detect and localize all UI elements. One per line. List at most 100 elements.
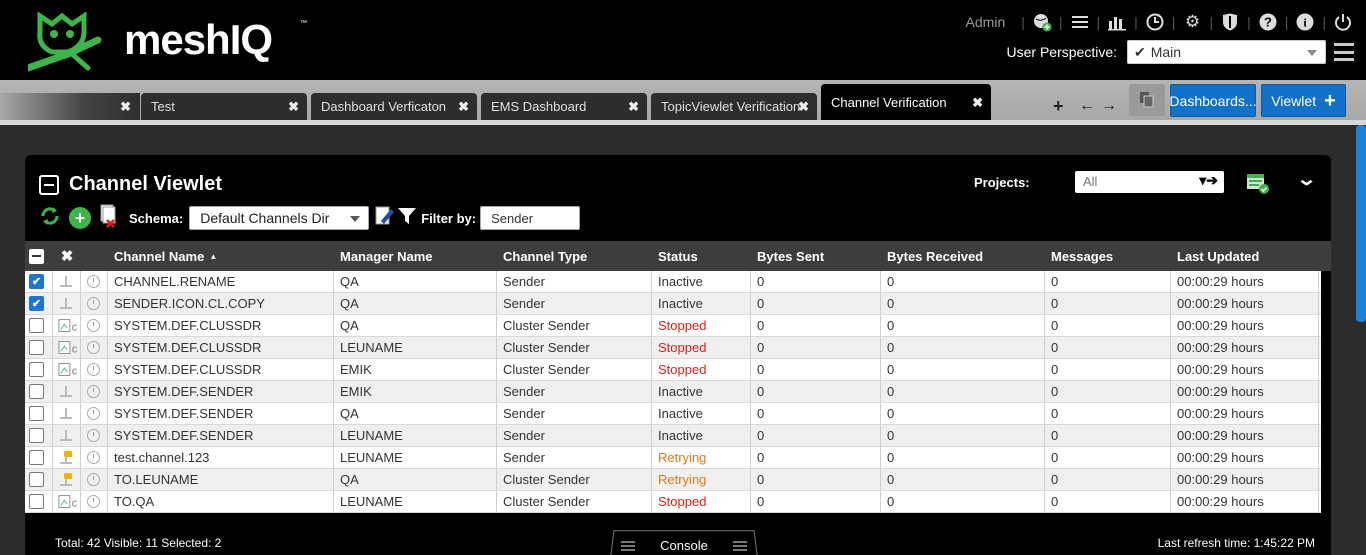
row-checkbox[interactable] — [29, 318, 44, 333]
page-scrollbar[interactable] — [1356, 125, 1366, 322]
chevron-down-icon[interactable]: ⌄ — [1296, 169, 1317, 190]
last-updated-value: 00:00:29 hours — [1177, 472, 1264, 487]
select-all-checkbox[interactable] — [29, 248, 44, 264]
col-messages[interactable]: Messages — [1045, 241, 1171, 271]
bytes-received-value: 0 — [887, 384, 895, 399]
list-icon[interactable] — [1069, 11, 1091, 33]
col-channel-name[interactable]: Channel Name ▲ — [108, 241, 334, 271]
history-icon[interactable] — [81, 403, 108, 424]
bar-chart-icon[interactable] — [1106, 11, 1128, 33]
table-row[interactable]: SYSTEM.DEF.SENDER EMIK Sender Inactive 0 0 0 00… — [25, 381, 1321, 403]
table-row[interactable]: c SYSTEM.DEF.CLUSSDR QA Cluster Sender Stopp… — [25, 315, 1321, 337]
row-checkbox[interactable]: ✔ — [29, 274, 44, 289]
schema-select[interactable]: Default Channels Dir — [189, 206, 370, 230]
project-status-icon[interactable] — [1246, 171, 1270, 195]
history-icon[interactable] — [81, 359, 108, 380]
row-checkbox[interactable]: ✔ — [29, 296, 44, 311]
row-checkbox[interactable] — [29, 428, 44, 443]
history-icon[interactable] — [81, 491, 108, 512]
tab-test[interactable]: Test ✖ — [141, 93, 307, 120]
refresh-icon[interactable] — [39, 205, 61, 232]
close-icon[interactable]: ✖ — [628, 99, 639, 115]
col-bytes-received[interactable]: Bytes Received — [881, 241, 1045, 271]
close-icon[interactable]: ✖ — [972, 95, 983, 111]
table-row[interactable]: SYSTEM.DEF.SENDER LEUNAME Sender Inactive 0 0… — [25, 425, 1321, 447]
delete-doc-icon[interactable] — [99, 204, 119, 233]
history-icon[interactable] — [81, 447, 108, 468]
tab-dashboard-verification[interactable]: Dashboard Verficaton ✖ — [311, 93, 477, 120]
history-icon[interactable] — [81, 337, 108, 358]
tab-topicviewlet-verification[interactable]: TopicViewlet Verification ✖ — [651, 93, 817, 120]
row-checkbox[interactable] — [29, 406, 44, 421]
close-icon[interactable]: ✖ — [288, 99, 299, 115]
table-row[interactable]: SYSTEM.DEF.SENDER QA Sender Inactive 0 0 0 00:0… — [25, 403, 1321, 425]
history-icon[interactable] — [81, 315, 108, 336]
row-checkbox[interactable] — [29, 472, 44, 487]
messages-value: 0 — [1051, 472, 1059, 487]
tab-channel-verification[interactable]: Channel Verification ✖ — [821, 84, 991, 120]
history-icon[interactable] — [81, 381, 108, 402]
shield-icon[interactable] — [1219, 11, 1241, 33]
globe-add-icon[interactable] — [1031, 11, 1053, 33]
edit-schema-icon[interactable] — [375, 205, 395, 232]
table-row[interactable]: ✔ SENDER.ICON.CL.COPY QA Sender Inactive 0 0 0 0… — [25, 293, 1321, 315]
col-bytes-sent[interactable]: Bytes Sent — [751, 241, 881, 271]
add-icon[interactable]: + — [69, 207, 91, 229]
channel-type-value: Cluster Sender — [503, 340, 590, 355]
table-row[interactable]: c TO.QA LEUNAME Cluster Sender Stopped 0 0 0 00:… — [25, 491, 1321, 513]
tab-ems-dashboard[interactable]: EMS Dashboard ✖ — [481, 93, 647, 120]
power-icon[interactable] — [1332, 11, 1354, 33]
row-checkbox[interactable] — [29, 340, 44, 355]
cell-channel-name: CHANNEL.RENAME — [108, 271, 334, 292]
menu-icon[interactable] — [1334, 43, 1354, 61]
history-icon[interactable] — [81, 469, 108, 490]
filter-icon[interactable] — [397, 206, 417, 231]
row-checkbox[interactable] — [29, 384, 44, 399]
arrow-left-icon[interactable]: ← — [1079, 97, 1095, 115]
dashboards-button[interactable]: Dashboards... — [1169, 84, 1257, 117]
gear-icon[interactable]: ⚙ — [1181, 11, 1203, 33]
col-last-updated[interactable]: Last Updated — [1171, 241, 1319, 271]
tab-hidden[interactable]: ✖ — [105, 93, 139, 120]
row-checkbox[interactable] — [29, 450, 44, 465]
filter-input[interactable] — [480, 206, 581, 230]
perspective-select[interactable]: ✔ Main — [1127, 40, 1326, 64]
cell-manager-name: LEUNAME — [334, 425, 497, 446]
history-icon[interactable] — [81, 271, 108, 292]
info-icon[interactable]: i — [1294, 11, 1316, 33]
close-icon[interactable]: ✖ — [798, 99, 809, 115]
projects-select[interactable]: All ▾➔ — [1075, 171, 1224, 193]
add-tab-icon[interactable]: + — [1053, 96, 1064, 117]
clear-selection-icon[interactable]: ✖ — [53, 241, 81, 271]
table-row[interactable]: ✔ CHANNEL.RENAME QA Sender Inactive 0 0 0 00:00:… — [25, 271, 1321, 293]
col-channel-type[interactable]: Channel Type — [497, 241, 652, 271]
help-icon[interactable]: ? — [1257, 11, 1279, 33]
user-name[interactable]: Admin — [966, 14, 1006, 30]
copy-button[interactable] — [1129, 84, 1165, 116]
column-label: Last Updated — [1177, 248, 1260, 264]
channel-type-value: Sender — [503, 450, 545, 465]
arrow-right-icon[interactable]: → — [1101, 97, 1117, 115]
meshiq-logo[interactable]: meshIQ ™ — [24, 10, 307, 72]
close-icon[interactable]: ✖ — [458, 99, 469, 115]
table-row[interactable]: TO.LEUNAME QA Cluster Sender Retrying 0 0 0 00:… — [25, 469, 1321, 491]
select-all-cell — [25, 241, 53, 271]
collapse-icon[interactable] — [39, 174, 59, 195]
close-icon[interactable]: ✖ — [120, 99, 131, 115]
clock-icon[interactable] — [1144, 11, 1166, 33]
col-status[interactable]: Status — [652, 241, 751, 271]
cell-bytes-sent: 0 — [751, 447, 881, 468]
table-row[interactable]: c SYSTEM.DEF.CLUSSDR EMIK Cluster Sender Sto… — [25, 359, 1321, 381]
table-row[interactable]: test.channel.123 LEUNAME Sender Retrying 0 0 0… — [25, 447, 1321, 469]
history-icon[interactable] — [81, 425, 108, 446]
user-perspective: User Perspective: ✔ Main — [1007, 40, 1354, 64]
clock-icon — [87, 473, 100, 486]
history-icon[interactable] — [81, 293, 108, 314]
row-checkbox[interactable] — [29, 362, 44, 377]
clock-icon — [87, 407, 100, 420]
viewlet-button[interactable]: Viewlet + — [1261, 84, 1346, 117]
cell-last-updated: 00:00:29 hours — [1171, 403, 1319, 424]
table-row[interactable]: c SYSTEM.DEF.CLUSSDR LEUNAME Cluster Sender… — [25, 337, 1321, 359]
row-checkbox[interactable] — [29, 494, 44, 509]
col-manager-name[interactable]: Manager Name — [334, 241, 497, 271]
